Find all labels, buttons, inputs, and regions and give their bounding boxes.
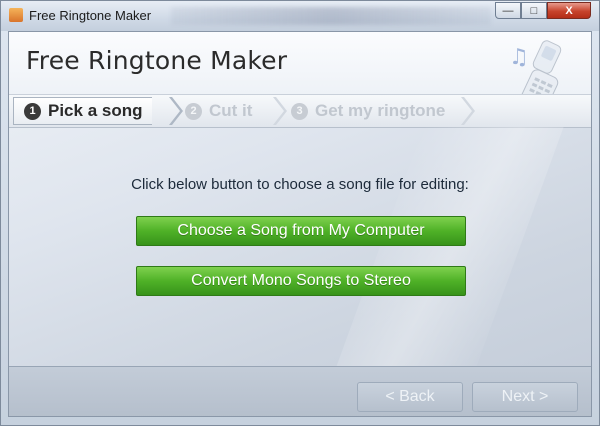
back-button[interactable]: < Back: [357, 382, 463, 412]
chevron-right-icon: [461, 97, 475, 125]
step-cut-it: 2 Cut it: [185, 100, 252, 122]
next-button[interactable]: Next >: [472, 382, 578, 412]
choose-song-button[interactable]: Choose a Song from My Computer: [136, 216, 466, 246]
wizard-steps: 1 Pick a song 2 Cut it 3 Get my ringtone: [9, 94, 591, 128]
svg-text:♫: ♫: [509, 45, 529, 70]
client-area: Free Ringtone Maker ♫ 1 Pick a song 2 Cu…: [8, 31, 592, 417]
footer-bar: < Back Next >: [9, 366, 591, 416]
step-3-label: Get my ringtone: [315, 101, 446, 120]
caption-buttons: — □ X: [495, 2, 591, 20]
step-get-ringtone: 3 Get my ringtone: [291, 100, 445, 122]
blurred-taskbar-region: [171, 7, 491, 25]
close-icon: X: [565, 4, 573, 17]
step-1-number-icon: 1: [24, 102, 41, 120]
step-2-label: Cut it: [209, 101, 253, 120]
chevron-right-icon: [273, 97, 287, 125]
close-button[interactable]: X: [547, 2, 591, 19]
app-icon: [9, 8, 23, 22]
instruction-text: Click below button to choose a song file…: [131, 176, 469, 193]
step-2-number-icon: 2: [185, 102, 202, 120]
app-window: Free Ringtone Maker — □ X Free Ringtone …: [0, 0, 600, 426]
title-bar[interactable]: Free Ringtone Maker — □ X: [1, 1, 599, 31]
minimize-button[interactable]: —: [495, 2, 521, 19]
app-header: Free Ringtone Maker ♫: [9, 32, 591, 113]
convert-mono-button[interactable]: Convert Mono Songs to Stereo: [136, 266, 466, 296]
step-3-number-icon: 3: [291, 102, 308, 120]
window-title: Free Ringtone Maker: [29, 8, 152, 23]
chevron-right-icon: [169, 97, 183, 125]
minimize-icon: —: [502, 4, 514, 17]
maximize-icon: □: [530, 4, 538, 17]
step-pick-song[interactable]: 1 Pick a song: [13, 97, 153, 125]
maximize-button[interactable]: □: [521, 2, 547, 19]
step-1-label: Pick a song: [48, 101, 143, 120]
page-title: Free Ringtone Maker: [26, 46, 288, 75]
